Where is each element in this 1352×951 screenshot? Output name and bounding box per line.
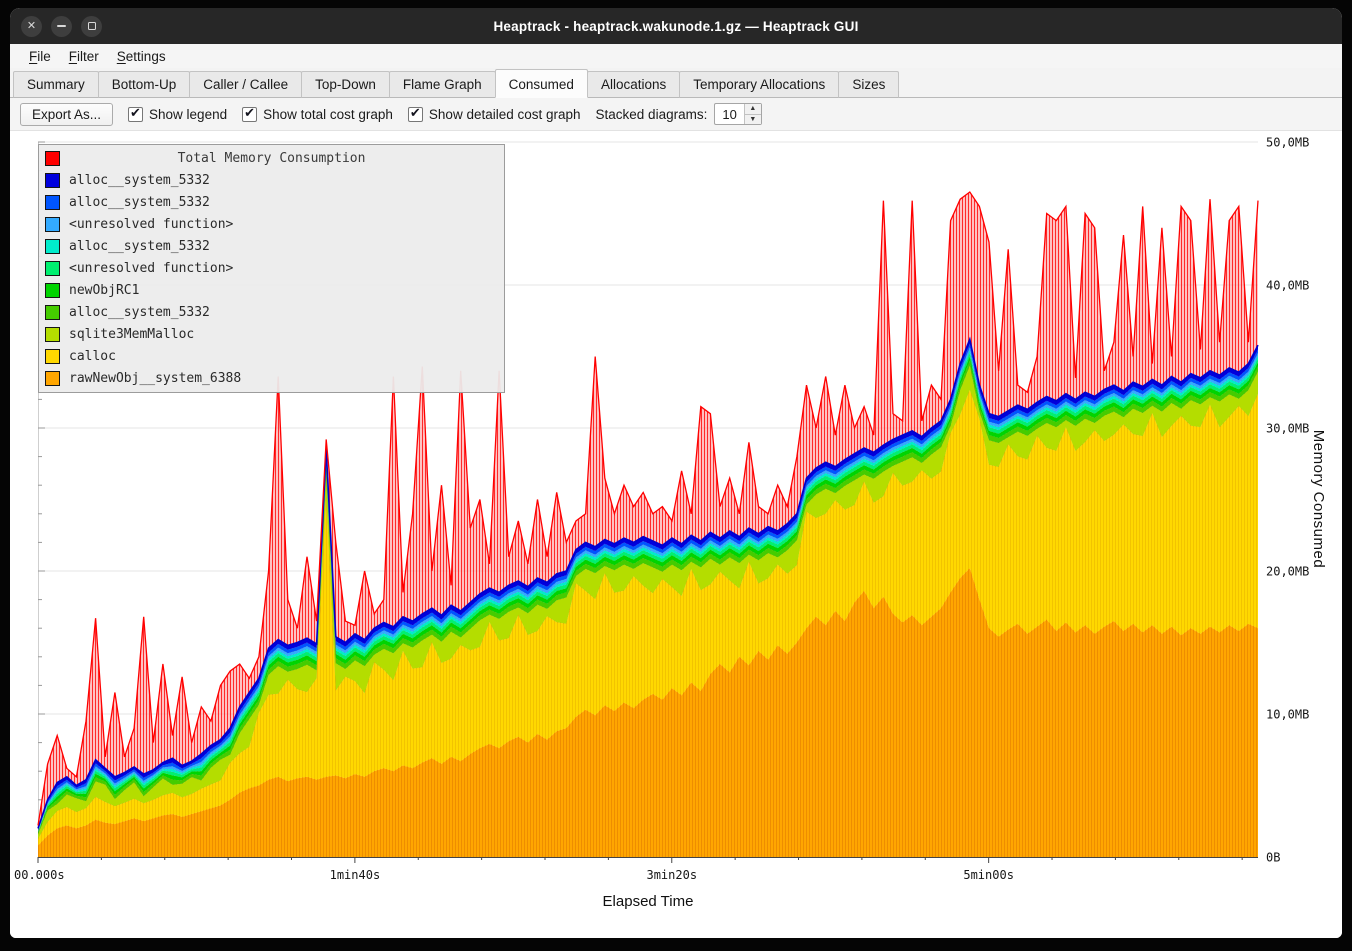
- legend-swatch: [45, 173, 60, 188]
- legend-title-row: Total Memory Consumption: [39, 147, 504, 169]
- titlebar[interactable]: ✕ Heaptrack - heaptrack.wakunode.1.gz — …: [10, 8, 1342, 44]
- stacked-diagrams-control: Stacked diagrams: 10 ▲ ▼: [596, 103, 762, 125]
- consumed-chart-area: 00.000s 1min40s 3min20s 5min00s 0B 10,0MB 20,0…: [10, 131, 1342, 938]
- y-tick-label: 30,0MB: [1266, 422, 1309, 436]
- minimize-button[interactable]: [51, 16, 72, 37]
- window-title: Heaptrack - heaptrack.wakunode.1.gz — He…: [10, 19, 1342, 34]
- checkbox-box: ✔: [408, 107, 423, 122]
- legend-swatch: [45, 239, 60, 254]
- tab-consumed[interactable]: Consumed: [495, 69, 588, 98]
- legend-label: sqlite3MemMalloc: [69, 327, 194, 342]
- legend-row: alloc__system_5332: [39, 169, 504, 191]
- toolbar: Export As... ✔ Show legend ✔ Show total …: [10, 98, 1342, 131]
- legend-row: rawNewObj__system_6388: [39, 367, 504, 389]
- menubar-item-file[interactable]: File: [20, 47, 60, 66]
- legend-swatch: [45, 349, 60, 364]
- legend-row: alloc__system_5332: [39, 301, 504, 323]
- legend-label: <unresolved function>: [69, 261, 233, 276]
- legend-swatch-total: [45, 151, 60, 166]
- show-total-cost-checkbox[interactable]: ✔ Show total cost graph: [242, 107, 393, 122]
- show-legend-checkbox[interactable]: ✔ Show legend: [128, 107, 227, 122]
- menubar-item-settings[interactable]: Settings: [108, 47, 175, 66]
- legend-label: calloc: [69, 349, 116, 364]
- checkbox-label: Show total cost graph: [263, 107, 393, 122]
- legend-swatch: [45, 305, 60, 320]
- menubar-item-filter[interactable]: Filter: [60, 47, 108, 66]
- legend-swatch: [45, 261, 60, 276]
- checkbox-label: Show legend: [149, 107, 227, 122]
- checkbox-label: Show detailed cost graph: [429, 107, 581, 122]
- legend-label: rawNewObj__system_6388: [69, 371, 241, 386]
- y-tick-label: 40,0MB: [1266, 279, 1309, 293]
- legend-label: alloc__system_5332: [69, 239, 210, 254]
- checkbox-box: ✔: [128, 107, 143, 122]
- legend-row: calloc: [39, 345, 504, 367]
- close-button[interactable]: ✕: [21, 16, 42, 37]
- legend-label: <unresolved function>: [69, 217, 233, 232]
- spin-buttons: ▲ ▼: [744, 104, 761, 124]
- tab-top-down[interactable]: Top-Down: [301, 71, 390, 98]
- y-tick-label: 10,0MB: [1266, 708, 1309, 722]
- x-tick-label: 5min00s: [963, 868, 1014, 882]
- check-icon: ✔: [410, 105, 421, 121]
- y-tick-label: 20,0MB: [1266, 565, 1309, 579]
- y-tick-label: 50,0MB: [1266, 136, 1309, 150]
- stacked-diagrams-label: Stacked diagrams:: [596, 107, 708, 122]
- tab-temporary-allocations[interactable]: Temporary Allocations: [679, 71, 839, 98]
- window-controls: ✕: [21, 8, 102, 44]
- spin-down-button[interactable]: ▼: [745, 114, 761, 125]
- legend-row: alloc__system_5332: [39, 235, 504, 257]
- y-axis-title: Memory Consumed: [1310, 430, 1327, 568]
- tab-summary[interactable]: Summary: [13, 71, 99, 98]
- maximize-button[interactable]: [81, 16, 102, 37]
- x-tick-label: 3min20s: [646, 868, 697, 882]
- chart-legend: Total Memory Consumption alloc__system_53…: [38, 144, 505, 393]
- heaptrack-window: ✕ Heaptrack - heaptrack.wakunode.1.gz — …: [10, 8, 1342, 938]
- tab-sizes[interactable]: Sizes: [838, 71, 899, 98]
- export-as-button[interactable]: Export As...: [20, 103, 113, 126]
- show-detailed-cost-checkbox[interactable]: ✔ Show detailed cost graph: [408, 107, 581, 122]
- tab-bar: Summary Bottom-Up Caller / Callee Top-Do…: [10, 68, 1342, 98]
- maximize-icon: [88, 22, 96, 30]
- close-icon: ✕: [27, 21, 36, 32]
- y-tick-label: 0B: [1266, 851, 1280, 865]
- legend-label: alloc__system_5332: [69, 305, 210, 320]
- x-tick-label: 1min40s: [330, 868, 381, 882]
- spin-up-button[interactable]: ▲: [745, 104, 761, 114]
- legend-swatch: [45, 371, 60, 386]
- spinbox-value: 10: [715, 104, 743, 124]
- legend-swatch: [45, 283, 60, 298]
- legend-swatch: [45, 327, 60, 342]
- checkbox-box: ✔: [242, 107, 257, 122]
- legend-row: newObjRC1: [39, 279, 504, 301]
- legend-row: <unresolved function>: [39, 257, 504, 279]
- menubar: FileFilterSettings: [10, 44, 1342, 68]
- legend-swatch: [45, 217, 60, 232]
- minimize-icon: [57, 25, 66, 27]
- check-icon: ✔: [244, 105, 255, 121]
- tab-flame-graph[interactable]: Flame Graph: [389, 71, 496, 98]
- tab-caller-callee[interactable]: Caller / Callee: [189, 71, 302, 98]
- legend-row: sqlite3MemMalloc: [39, 323, 504, 345]
- legend-swatch: [45, 195, 60, 210]
- tab-bottom-up[interactable]: Bottom-Up: [98, 71, 191, 98]
- legend-row: alloc__system_5332: [39, 191, 504, 213]
- legend-row: <unresolved function>: [39, 213, 504, 235]
- stacked-diagrams-spinbox[interactable]: 10 ▲ ▼: [714, 103, 761, 125]
- x-axis-title: Elapsed Time: [10, 893, 1286, 910]
- legend-label: newObjRC1: [69, 283, 139, 298]
- x-tick-label: 00.000s: [14, 868, 65, 882]
- legend-label: alloc__system_5332: [69, 173, 210, 188]
- check-icon: ✔: [130, 105, 141, 121]
- legend-label: alloc__system_5332: [69, 195, 210, 210]
- tab-allocations[interactable]: Allocations: [587, 71, 680, 98]
- legend-title: Total Memory Consumption: [69, 151, 474, 166]
